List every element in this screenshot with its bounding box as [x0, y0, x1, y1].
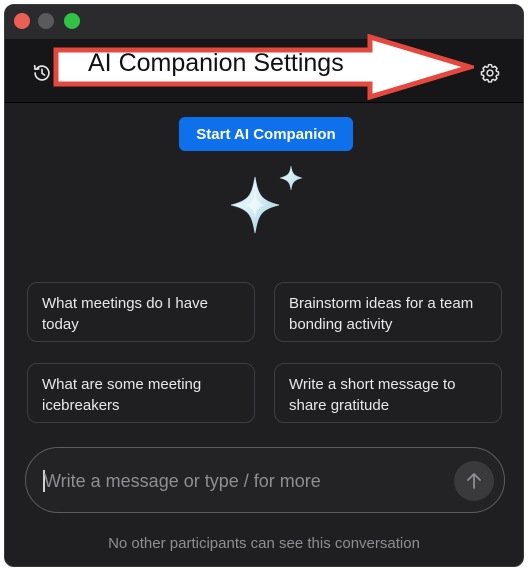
suggested-prompt-card[interactable]: What meetings do I have today [27, 282, 255, 342]
ai-sparkle-icon [230, 165, 303, 234]
suggested-prompt-card[interactable]: Write a short message to share gratitude [274, 363, 502, 423]
gear-icon [480, 63, 500, 83]
suggested-prompt-card[interactable]: Brainstorm ideas for a team bonding acti… [274, 282, 502, 342]
arrow-up-icon [467, 473, 481, 489]
close-window-button[interactable] [14, 13, 30, 29]
suggested-prompt-card[interactable]: What are some meeting icebreakers [27, 363, 255, 423]
message-input[interactable] [42, 462, 446, 500]
settings-button[interactable] [477, 60, 503, 86]
minimize-window-button[interactable] [38, 13, 54, 29]
zoom-window-button[interactable] [64, 13, 80, 29]
annotation-label: AI Companion Settings [88, 49, 344, 77]
message-composer [25, 447, 505, 513]
history-clock-icon [33, 64, 50, 81]
privacy-notice: No other participants can see this conve… [108, 535, 420, 552]
annotation-arrow: AI Companion Settings [52, 34, 474, 100]
send-button[interactable] [454, 461, 494, 501]
start-ai-companion-button[interactable]: Start AI Companion [179, 117, 353, 151]
